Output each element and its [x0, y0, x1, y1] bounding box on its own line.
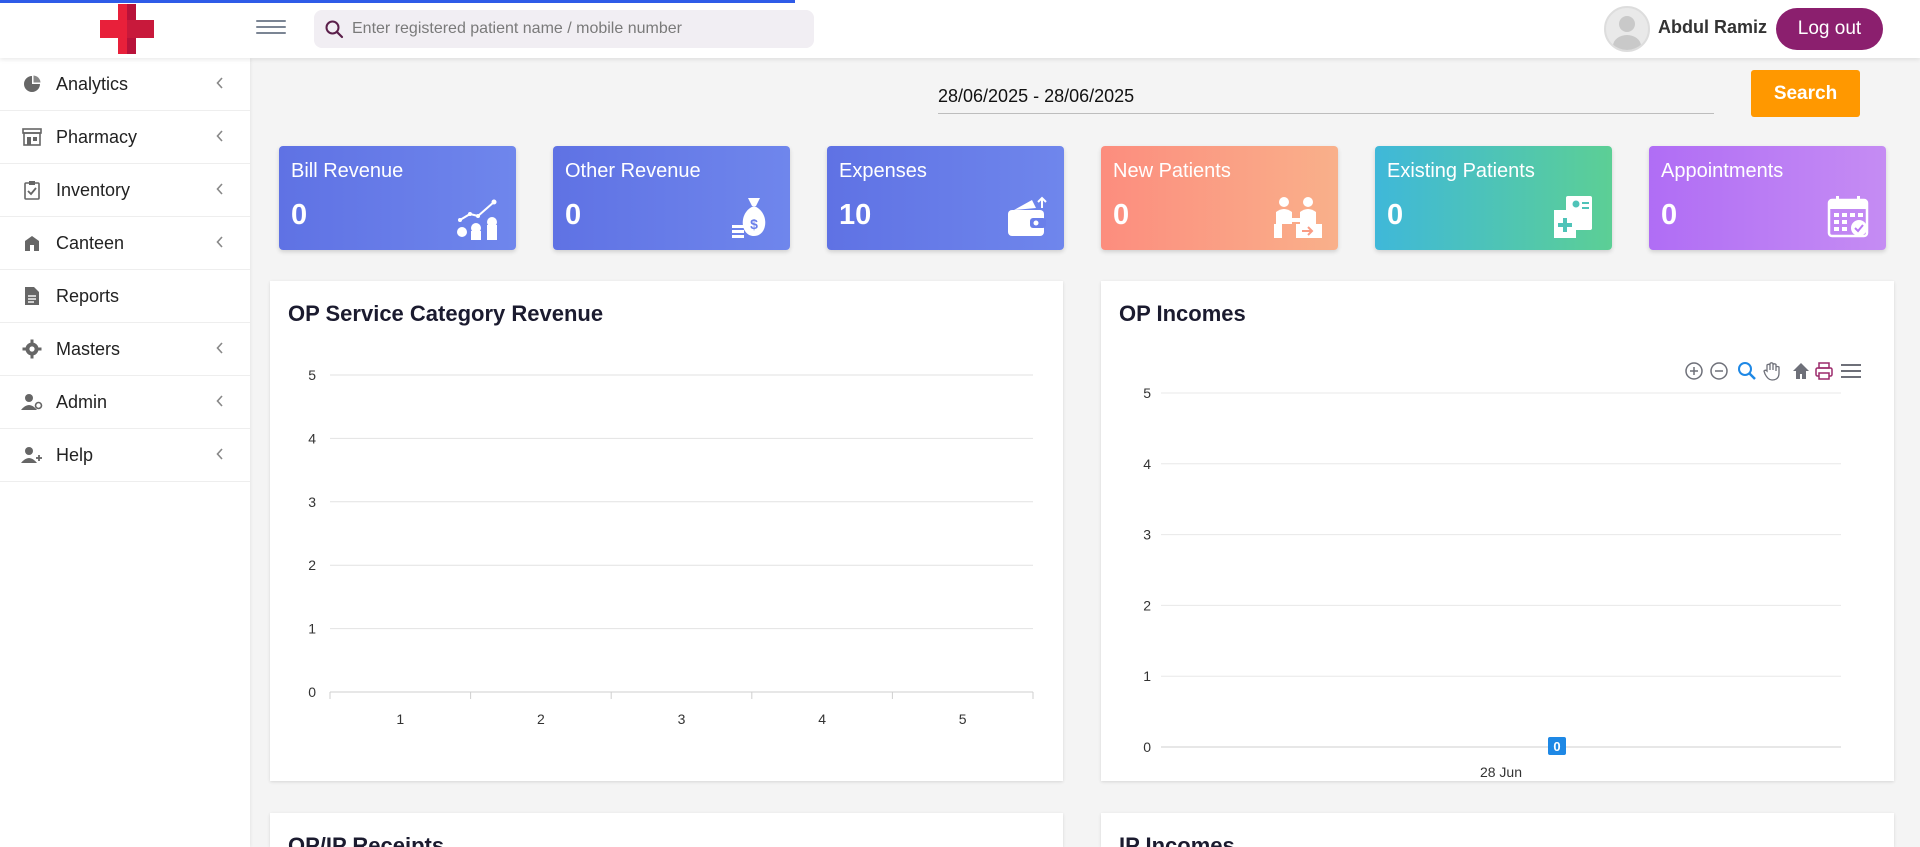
op-incomes-panel: OP Incomes 0 1 2 3 4 5 28 Jun 0 [1101, 281, 1894, 781]
consultation-icon [1274, 197, 1322, 238]
x-tick-label: 5 [959, 711, 967, 727]
sidebar-item-admin[interactable]: Admin [0, 376, 250, 429]
sidebar-item-canteen[interactable]: Canteen [0, 217, 250, 270]
card-title: New Patients [1113, 160, 1231, 182]
loading-progress-bar [0, 0, 795, 3]
sidebar-item-masters[interactable]: Masters [0, 323, 250, 376]
date-range-input[interactable]: 28/06/2025 - 28/06/2025 [938, 80, 1714, 114]
chevron-left-icon [216, 236, 223, 248]
op-service-revenue-chart: 0 1 2 3 4 5 1 2 3 4 5 [308, 367, 1034, 727]
patient-search-input[interactable] [352, 20, 792, 38]
sidebar-item-label: Canteen [56, 232, 125, 253]
svg-text:$: $ [750, 216, 758, 232]
top-bar: Abdul Ramiz Log out [0, 0, 1920, 58]
chevron-left-icon [216, 448, 223, 460]
growth-coins-icon [457, 199, 497, 240]
y-tick-label: 3 [1143, 527, 1151, 543]
search-button[interactable]: Search [1751, 70, 1860, 117]
y-tick-label: 0 [308, 684, 316, 700]
chevron-left-icon [216, 342, 223, 354]
document-icon [21, 286, 43, 306]
x-tick-label: 1 [396, 711, 404, 727]
medical-cross-icon [100, 4, 154, 54]
y-tick-label: 5 [308, 367, 316, 383]
x-tick-label: 2 [537, 711, 545, 727]
sidebar-item-label: Masters [56, 338, 121, 359]
card-title: Other Revenue [565, 160, 701, 182]
x-tick-label: 3 [678, 711, 686, 727]
y-tick-label: 2 [308, 557, 316, 573]
sidebar: Analytics Pharmacy Inventory Canteen Rep… [0, 58, 250, 847]
sidebar-item-label: Pharmacy [56, 126, 138, 147]
user-plus-icon [21, 445, 43, 465]
avatar[interactable] [1604, 6, 1650, 52]
chevron-left-icon [216, 183, 223, 195]
sidebar-item-label: Analytics [56, 73, 129, 94]
card-title: Appointments [1661, 160, 1784, 182]
x-tick-label: 4 [818, 711, 826, 727]
card-title: Existing Patients [1387, 160, 1535, 182]
medical-record-icon [1554, 196, 1592, 238]
panel-title: OP/IP Receipts [288, 833, 445, 847]
wallet-icon [1008, 196, 1047, 236]
card-title: Bill Revenue [291, 160, 404, 182]
store-icon [21, 127, 43, 147]
user-avatar-icon [1613, 16, 1641, 50]
sidebar-item-help[interactable]: Help [0, 429, 250, 482]
sidebar-item-label: Admin [56, 391, 108, 412]
panel-title: IP Incomes [1119, 833, 1235, 847]
y-tick-label: 3 [308, 494, 316, 510]
data-label: 0 [1553, 739, 1560, 754]
sidebar-item-label: Inventory [56, 179, 131, 200]
stat-card-expenses[interactable]: Expenses 10 [827, 146, 1064, 250]
user-gear-icon [21, 392, 43, 412]
building-icon [21, 233, 43, 253]
username: Abdul Ramiz [1658, 17, 1768, 37]
menu-toggle-button[interactable] [256, 16, 286, 40]
stat-card-new-patients[interactable]: New Patients 0 [1101, 146, 1338, 250]
opip-receipts-panel: OP/IP Receipts [270, 813, 1063, 847]
sidebar-item-analytics[interactable]: Analytics [0, 58, 250, 111]
y-tick-label: 1 [308, 621, 316, 637]
sidebar-item-inventory[interactable]: Inventory [0, 164, 250, 217]
hamburger-icon [256, 20, 286, 22]
y-tick-label: 4 [308, 430, 316, 446]
y-tick-label: 4 [1143, 456, 1151, 472]
sidebar-item-pharmacy[interactable]: Pharmacy [0, 111, 250, 164]
op-incomes-chart: 0 1 2 3 4 5 28 Jun 0 [1143, 385, 1841, 780]
patient-search [314, 10, 814, 48]
sidebar-item-label: Reports [56, 285, 120, 306]
stat-card-bill-revenue[interactable]: Bill Revenue 0 [279, 146, 516, 250]
stat-card-existing-patients[interactable]: Existing Patients 0 [1375, 146, 1612, 250]
logout-button[interactable]: Log out [1776, 8, 1883, 50]
y-tick-label: 1 [1143, 668, 1151, 684]
y-tick-label: 5 [1143, 385, 1151, 401]
card-title: Expenses [839, 160, 927, 182]
y-tick-label: 2 [1143, 597, 1151, 613]
logo[interactable] [100, 4, 154, 54]
pie-chart-icon [21, 74, 43, 94]
stat-card-other-revenue[interactable]: Other Revenue 0 $ [553, 146, 790, 250]
stat-card-appointments[interactable]: Appointments 0 [1649, 146, 1886, 250]
op-service-revenue-panel: OP Service Category Revenue 01234512345 [270, 281, 1063, 781]
ip-incomes-panel: IP Incomes [1101, 813, 1894, 847]
y-tick-label: 0 [1143, 739, 1151, 755]
search-icon [325, 20, 344, 39]
clipboard-check-icon [21, 180, 43, 200]
x-tick-label: 28 Jun [1480, 764, 1522, 780]
gear-icon [21, 339, 43, 359]
money-bag-icon: $ [732, 198, 766, 238]
calendar-check-icon [1827, 196, 1869, 238]
chevron-left-icon [216, 130, 223, 142]
chevron-left-icon [216, 77, 223, 89]
sidebar-item-reports[interactable]: Reports [0, 270, 250, 323]
sidebar-item-label: Help [56, 444, 94, 465]
chevron-left-icon [216, 395, 223, 407]
